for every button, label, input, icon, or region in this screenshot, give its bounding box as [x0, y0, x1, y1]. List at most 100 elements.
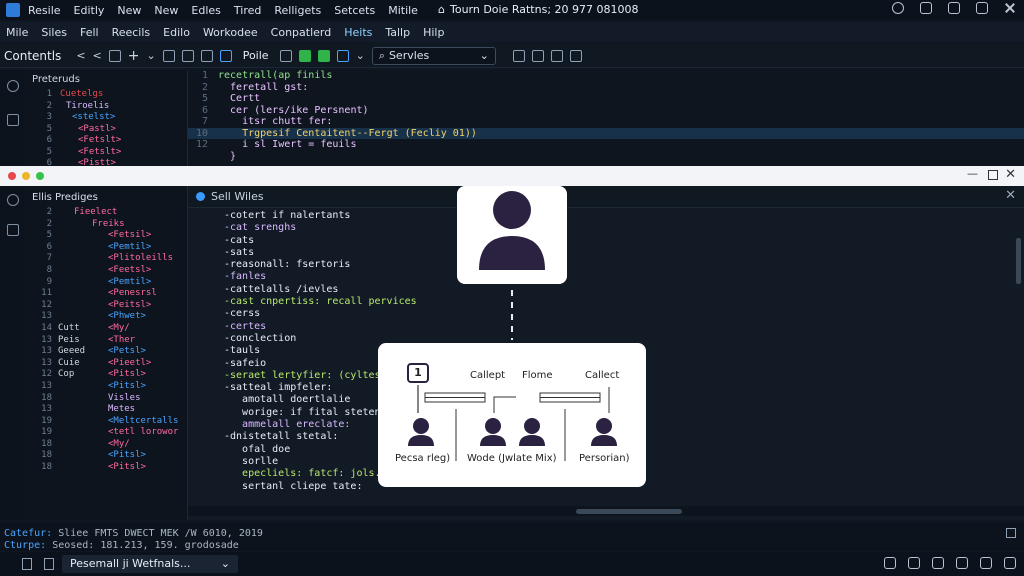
explorer-icon[interactable]: [7, 80, 19, 92]
close-icon[interactable]: ✕: [1005, 167, 1016, 182]
code-line: 12 i sl Iwert = feuils: [195, 139, 357, 150]
tree-item[interactable]: 12 <Peitsl>: [26, 300, 187, 312]
settings-icon[interactable]: [7, 194, 19, 206]
menu-item[interactable]: Mile: [6, 26, 28, 39]
search-icon[interactable]: [884, 557, 896, 569]
tree-item[interactable]: 8 <Feetsl>: [26, 265, 187, 277]
tree-item[interactable]: 18 <Pitsl>: [26, 450, 187, 462]
menu-item[interactable]: Tired: [234, 4, 261, 17]
check-icon[interactable]: [317, 49, 330, 62]
menu-item[interactable]: Tallp: [385, 26, 410, 39]
folder-icon[interactable]: [512, 49, 525, 62]
file-name[interactable]: Poile: [243, 49, 269, 62]
bell-icon[interactable]: [932, 557, 944, 569]
chevron-down-icon[interactable]: ⌄: [356, 49, 365, 62]
horizontal-scrollbar[interactable]: [188, 506, 1024, 516]
vertical-scrollbar[interactable]: [1016, 238, 1021, 284]
tree-item[interactable]: 11 <Penesrsl: [26, 288, 187, 300]
editor-tab[interactable]: Sell Wiles ✕: [188, 186, 1024, 208]
pin-icon[interactable]: [279, 49, 292, 62]
run-icon[interactable]: [298, 49, 311, 62]
tree-item[interactable]: 2 Fieelect: [26, 207, 187, 219]
close-dot-icon[interactable]: [8, 172, 16, 180]
tree-item[interactable]: 1 Cuetelgs: [26, 89, 187, 101]
close-icon[interactable]: [1004, 2, 1016, 14]
settings-icon[interactable]: [1004, 557, 1016, 569]
menu-item[interactable]: New: [154, 4, 178, 17]
tree-item[interactable]: 19 <tetl lorowor: [26, 427, 187, 439]
menu-item[interactable]: Fell: [80, 26, 99, 39]
taskbar-tab[interactable]: Pesemall ji Wetfnals... ⌄: [62, 555, 238, 573]
menu-item[interactable]: Siles: [41, 26, 67, 39]
menu-item[interactable]: Heits: [344, 26, 372, 39]
layout-icon[interactable]: [956, 557, 968, 569]
tree-item[interactable]: 3 <stelst>: [26, 112, 187, 124]
code-editor[interactable]: 1 recetrall(ap finils 2 feretall gst: 5 Cer…: [188, 70, 1024, 166]
tree-item[interactable]: 2 Tiroelis: [26, 101, 187, 113]
maximize-dot-icon[interactable]: [36, 172, 44, 180]
close-tab-icon[interactable]: ✕: [1005, 188, 1016, 203]
tree-item[interactable]: 6 <Pemtil>: [26, 242, 187, 254]
panel-icon[interactable]: [1006, 528, 1016, 538]
tree-item[interactable]: 18 <Pitsl>: [26, 462, 187, 474]
debug-icon[interactable]: [336, 49, 349, 62]
tree-item[interactable]: 12 Cop <Pitsl>: [26, 369, 187, 381]
tree-item[interactable]: 13 Cuie <Pieetl>: [26, 358, 187, 370]
menu-item[interactable]: Editly: [74, 4, 105, 17]
minimize-icon[interactable]: —: [967, 167, 978, 180]
tree-item[interactable]: 5 <Pastl>: [26, 124, 187, 136]
tree-item[interactable]: 13 Geeed <Petsl>: [26, 346, 187, 358]
sync-icon[interactable]: [892, 2, 904, 14]
menu-item[interactable]: Resile: [28, 4, 61, 17]
tree-item[interactable]: 5 <Fetsil>: [26, 230, 187, 242]
git-icon[interactable]: [908, 557, 920, 569]
tree-item[interactable]: 2 Freiks: [26, 219, 187, 231]
tree-item[interactable]: 18 <My/: [26, 439, 187, 451]
tree-item[interactable]: 5 <Fetslt>: [26, 147, 187, 159]
clipboard-icon[interactable]: [920, 2, 932, 14]
dropdown-icon[interactable]: [569, 49, 582, 62]
forward-icon[interactable]: <: [93, 49, 102, 62]
back-icon[interactable]: <: [76, 49, 85, 62]
lock-icon[interactable]: [44, 558, 54, 570]
save-icon[interactable]: [108, 49, 121, 62]
tree-item[interactable]: 13 <Phwet>: [26, 311, 187, 323]
menu-item[interactable]: Edilo: [163, 26, 190, 39]
files-icon[interactable]: [7, 114, 19, 126]
copy-icon[interactable]: [181, 49, 194, 62]
panel-icon[interactable]: [980, 557, 992, 569]
grid-icon[interactable]: [550, 49, 563, 62]
tree-item[interactable]: 13 <Pitsl>: [26, 381, 187, 393]
menu-item[interactable]: Workodee: [203, 26, 258, 39]
list-icon[interactable]: [200, 49, 213, 62]
menu-item[interactable]: Hilp: [423, 26, 444, 39]
add-icon[interactable]: +: [128, 48, 140, 64]
tree-item[interactable]: 7 <Plitoleills: [26, 253, 187, 265]
files-icon[interactable]: [7, 224, 19, 236]
menu-item[interactable]: Relligets: [274, 4, 321, 17]
menu-item[interactable]: New: [117, 4, 141, 17]
scroll-thumb[interactable]: [576, 509, 682, 514]
tree-item[interactable]: 13 Metes: [26, 404, 187, 416]
find-icon[interactable]: [531, 49, 544, 62]
tree-item[interactable]: 6 <Fetslt>: [26, 135, 187, 147]
menu-item[interactable]: Setcets: [334, 4, 375, 17]
menu-item[interactable]: Reecils: [112, 26, 151, 39]
menu-item[interactable]: Conpatlerd: [271, 26, 332, 39]
tree-item[interactable]: 19 <Meltcertalls: [26, 416, 187, 428]
menu-item[interactable]: Mitile: [388, 4, 418, 17]
panel-icon[interactable]: [976, 2, 988, 14]
cut-icon[interactable]: [162, 49, 175, 62]
file-icon[interactable]: [22, 558, 32, 570]
tree-item[interactable]: 18 Visles: [26, 393, 187, 405]
tree-item[interactable]: 9 <Pemtil>: [26, 277, 187, 289]
settings-icon[interactable]: [219, 49, 232, 62]
tree-item[interactable]: 13 Peis <Ther: [26, 335, 187, 347]
menu-item[interactable]: Edles: [191, 4, 221, 17]
minimize-dot-icon[interactable]: [22, 172, 30, 180]
search-input[interactable]: ⌕ Servles ⌄: [371, 46, 496, 65]
window-icon[interactable]: [948, 2, 960, 14]
chevron-down-icon[interactable]: ⌄: [146, 49, 155, 62]
tree-item[interactable]: 14 Cutt <My/: [26, 323, 187, 335]
maximize-icon[interactable]: [988, 170, 998, 180]
